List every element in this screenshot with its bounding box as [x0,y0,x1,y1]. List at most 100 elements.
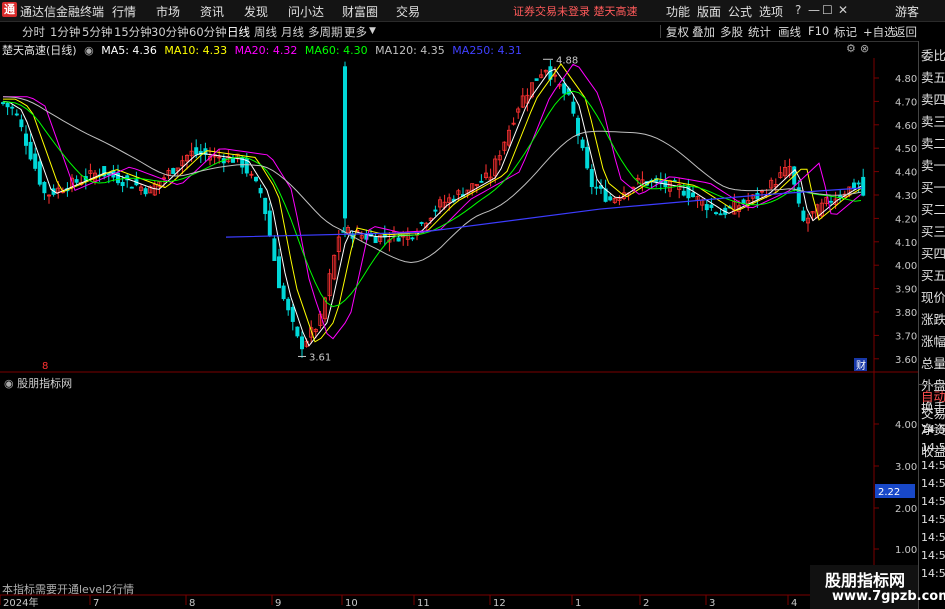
tick-time: 14:56 [921,423,945,436]
gear-icon[interactable]: ⚙ [846,42,856,55]
candle-body [829,200,834,203]
time-tick-label: 7 [93,598,99,609]
time-tick-label: 2 [643,598,649,609]
candle-body [709,204,714,208]
tick-time: 14:56 [921,477,945,490]
quote-label-ask5: 卖五 [921,70,945,85]
quote-label-ask2: 卖二 [921,136,945,151]
candle-body [5,102,10,108]
sub-chart-title: ◉ 股朋指标网 [4,375,72,391]
panel-divider [919,384,945,385]
time-tick-label: 12 [493,598,506,609]
tick-time: 14:56 [921,549,945,562]
quote-label-bid3: 买三 [921,224,945,239]
candle-body [562,83,567,94]
candle-body [838,195,843,198]
quote-label-volume: 总量 [921,356,945,371]
legend-ma120: MA120: 4.35 [375,44,445,57]
candle-body [594,186,599,189]
candle-body [343,66,347,219]
candle-body [852,182,857,189]
candle-body [801,210,806,221]
candle-body [74,179,79,183]
legend-ma10: MA10: 4.33 [164,44,228,57]
stock-title: 楚天高速(日线) [2,44,77,57]
watermark-url: www.7gpzb.com [832,589,945,604]
quote-label-bid4: 买四 [921,246,945,261]
candle-body [714,212,719,214]
candle-body [37,161,42,185]
candle-body [106,173,111,176]
candle-body [276,256,281,289]
candle-body [589,169,594,187]
candle-body [272,238,277,261]
price-tick-label: 3.90 [895,285,917,296]
sub-toggle-icon[interactable]: ◉ [4,377,14,390]
ma120-line [2,96,862,264]
legend-ma20: MA20: 4.32 [234,44,298,57]
candle-body [0,102,6,104]
quote-label-ratio: 委比 [921,48,945,63]
finance-marker: 财 [856,359,866,372]
candle-body [410,237,415,240]
candle-body [286,298,291,311]
candle-body [608,196,613,201]
close-icon[interactable]: ⊗ [860,42,869,55]
candle-body [258,187,263,194]
sub-tick-label: 2.00 [895,504,917,515]
candle-body [299,336,304,350]
price-tick-label: 3.60 [895,355,917,366]
candle-body [373,236,378,244]
trade-tab[interactable]: 交易 [921,403,945,422]
quote-label-pct: 涨幅 [921,334,945,349]
candle-body [576,117,581,136]
tick-time: 14:56 [921,513,945,526]
quote-label-ask4: 卖四 [921,92,945,107]
price-tick-label: 3.70 [895,331,917,342]
ma5-line [2,68,862,347]
candle-body [691,192,696,198]
candle-body [143,188,148,195]
candle-body [856,182,861,185]
price-tick-label: 4.50 [895,144,917,155]
candle-body [171,168,176,174]
legend-ma250: MA250: 4.31 [452,44,523,57]
candle-body [194,147,199,155]
time-tick-label: 1 [575,598,581,609]
candle-body [42,181,47,194]
watermark-title: 股朋指标网 [825,571,906,590]
tick-time: 14:56 [921,441,945,454]
time-tick-label: 4 [791,598,797,609]
low-label: 3.61 [309,352,331,363]
quote-label-ask1: 卖一 [921,158,945,173]
candle-body [23,133,28,146]
candle-body [281,285,286,300]
price-tick-label: 3.80 [895,308,917,319]
legend-ma60: MA60: 4.30 [304,44,368,57]
price-tick-label: 4.20 [895,214,917,225]
time-tick-label: 8 [189,598,195,609]
quote-label-bid5: 买五 [921,268,945,283]
candle-body [263,197,268,215]
candle-body [433,209,438,212]
price-tick-label: 4.70 [895,97,917,108]
candle-body [419,222,424,224]
ma60-line [2,90,862,308]
tick-time: 14:56 [921,459,945,472]
price-tick-label: 4.80 [895,74,917,85]
quote-label-bid1: 买一 [921,180,945,195]
time-tick-label: 11 [417,598,430,609]
time-tick-label: 3 [709,598,715,609]
tick-time: 14:56 [921,531,945,544]
price-tick-label: 4.00 [895,261,917,272]
kline-chart[interactable]: 4.80 4.70 4.60 4.50 4.40 4.30 4.20 4.10 4.00 3.90… [0,0,945,609]
legend-toggle-icon[interactable]: ◉ [84,44,94,57]
candle-body [718,213,723,216]
price-tick-label: 4.30 [895,191,917,202]
candle-body [571,101,576,114]
quote-label-change: 涨跌 [921,312,945,327]
candle-body [704,204,709,211]
price-tick-label: 4.40 [895,168,917,179]
tick-time: 14:56 [921,495,945,508]
sub-title-text: 股朋指标网 [17,377,73,390]
